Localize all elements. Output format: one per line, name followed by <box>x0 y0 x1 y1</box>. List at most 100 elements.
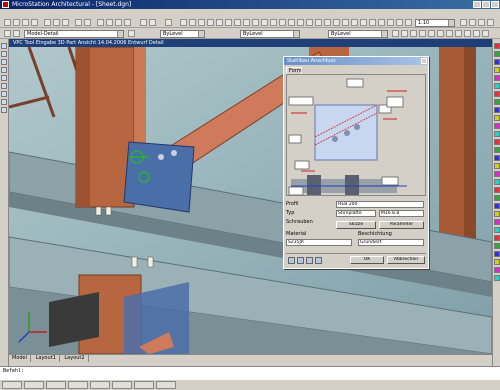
save-icon[interactable] <box>22 19 29 26</box>
command-line[interactable]: Befehl: <box>0 366 500 379</box>
tool-icon[interactable] <box>243 19 250 26</box>
spline-icon[interactable] <box>1 83 7 89</box>
ok-button[interactable]: OK <box>350 256 384 264</box>
lineweight-combo[interactable]: ByLevel <box>328 30 388 38</box>
tool-icon[interactable] <box>494 67 500 73</box>
chevron-down-icon[interactable] <box>448 20 454 26</box>
tool-icon[interactable] <box>494 107 500 113</box>
status-toggle[interactable] <box>134 381 154 389</box>
layer-state-icon[interactable] <box>13 30 20 37</box>
chevron-down-icon[interactable] <box>293 31 299 37</box>
tool-icon[interactable] <box>494 251 500 257</box>
tool-icon[interactable] <box>494 179 500 185</box>
tool-icon[interactable] <box>401 30 408 37</box>
tool-icon[interactable] <box>494 171 500 177</box>
maximize-button[interactable] <box>482 1 490 8</box>
color-combo[interactable]: ByLevel <box>160 30 205 38</box>
tool-icon[interactable] <box>494 83 500 89</box>
tool-icon[interactable] <box>494 227 500 233</box>
tool-icon[interactable] <box>261 19 268 26</box>
tool-icon[interactable] <box>494 99 500 105</box>
tool-icon[interactable] <box>396 19 403 26</box>
tool-icon[interactable] <box>460 19 467 26</box>
redo-icon[interactable] <box>84 19 91 26</box>
tool-icon[interactable] <box>455 30 462 37</box>
tool-icon[interactable] <box>410 30 417 37</box>
tool-icon[interactable] <box>494 91 500 97</box>
status-toggle[interactable] <box>112 381 132 389</box>
status-toggle[interactable] <box>24 381 44 389</box>
settings-icon[interactable] <box>315 257 322 264</box>
preview-icon[interactable] <box>297 257 304 264</box>
tab-layout2[interactable]: Layout2 <box>61 355 89 362</box>
tool-icon[interactable] <box>225 19 232 26</box>
tool-icon[interactable] <box>494 163 500 169</box>
zoom-window-icon[interactable] <box>115 19 122 26</box>
tool-icon[interactable] <box>369 19 376 26</box>
tool-icon[interactable] <box>419 30 426 37</box>
tool-icon[interactable] <box>487 19 494 26</box>
mirror-icon[interactable] <box>306 257 313 264</box>
close-button[interactable] <box>491 1 499 8</box>
pick-icon[interactable] <box>288 257 295 264</box>
tool-icon[interactable] <box>469 19 476 26</box>
tool-icon[interactable] <box>437 30 444 37</box>
parameters-button[interactable]: Parameter <box>379 221 424 229</box>
tool-icon[interactable] <box>494 131 500 137</box>
tool-icon[interactable] <box>494 187 500 193</box>
profile-combo[interactable]: HEB 200 <box>336 201 424 208</box>
text-icon[interactable] <box>1 99 7 105</box>
cut-icon[interactable] <box>44 19 51 26</box>
tab-form[interactable]: Form <box>286 67 302 74</box>
paste-icon[interactable] <box>62 19 69 26</box>
tool-icon[interactable] <box>198 19 205 26</box>
tool-icon[interactable] <box>387 19 394 26</box>
tool-icon[interactable] <box>216 19 223 26</box>
tab-model[interactable]: Model <box>9 355 32 362</box>
tool-icon[interactable] <box>189 19 196 26</box>
type-combo[interactable]: Stirnplatte <box>336 210 376 217</box>
tool-icon[interactable] <box>297 19 304 26</box>
close-icon[interactable] <box>421 58 427 64</box>
material-combo[interactable]: S235JR <box>286 239 352 246</box>
new-file-icon[interactable] <box>4 19 11 26</box>
tool-icon[interactable] <box>378 19 385 26</box>
polyline-icon[interactable] <box>1 51 7 57</box>
undo-icon[interactable] <box>75 19 82 26</box>
tool-icon[interactable] <box>324 19 331 26</box>
layer-combo[interactable]: Model-Detail <box>24 30 124 38</box>
tool-icon[interactable] <box>270 19 277 26</box>
tool-icon[interactable] <box>315 19 322 26</box>
linestyle-combo[interactable]: ByLevel <box>240 30 300 38</box>
tool-icon[interactable] <box>279 19 286 26</box>
tool-icon[interactable] <box>494 43 500 49</box>
line-icon[interactable] <box>1 43 7 49</box>
make-current-icon[interactable] <box>128 30 135 37</box>
open-file-icon[interactable] <box>13 19 20 26</box>
tool-icon[interactable] <box>428 30 435 37</box>
tool-icon[interactable] <box>494 115 500 121</box>
finish-combo[interactable]: Grundiert <box>358 239 424 246</box>
help-icon[interactable] <box>165 19 172 26</box>
scale-combo[interactable]: 1:10 <box>415 19 455 27</box>
layer-manager-icon[interactable] <box>4 30 11 37</box>
tool-icon[interactable] <box>234 19 241 26</box>
tool-icon[interactable] <box>494 259 500 265</box>
tool-icon[interactable] <box>494 155 500 161</box>
print-icon[interactable] <box>31 19 38 26</box>
tool-icon[interactable] <box>482 30 489 37</box>
tool-icon[interactable] <box>351 19 358 26</box>
tool-icon[interactable] <box>494 235 500 241</box>
status-toggle[interactable] <box>46 381 66 389</box>
chevron-down-icon[interactable] <box>198 31 204 37</box>
bolts-combo[interactable]: M16 8.8 <box>379 210 424 217</box>
tool-icon[interactable] <box>306 19 313 26</box>
tool-icon[interactable] <box>494 59 500 65</box>
status-toggle[interactable] <box>156 381 176 389</box>
tool-icon[interactable] <box>494 195 500 201</box>
pan-icon[interactable] <box>97 19 104 26</box>
tool-icon[interactable] <box>333 19 340 26</box>
tool-icon[interactable] <box>494 123 500 129</box>
minimize-button[interactable] <box>473 1 481 8</box>
tab-layout1[interactable]: Layout1 <box>33 355 60 362</box>
